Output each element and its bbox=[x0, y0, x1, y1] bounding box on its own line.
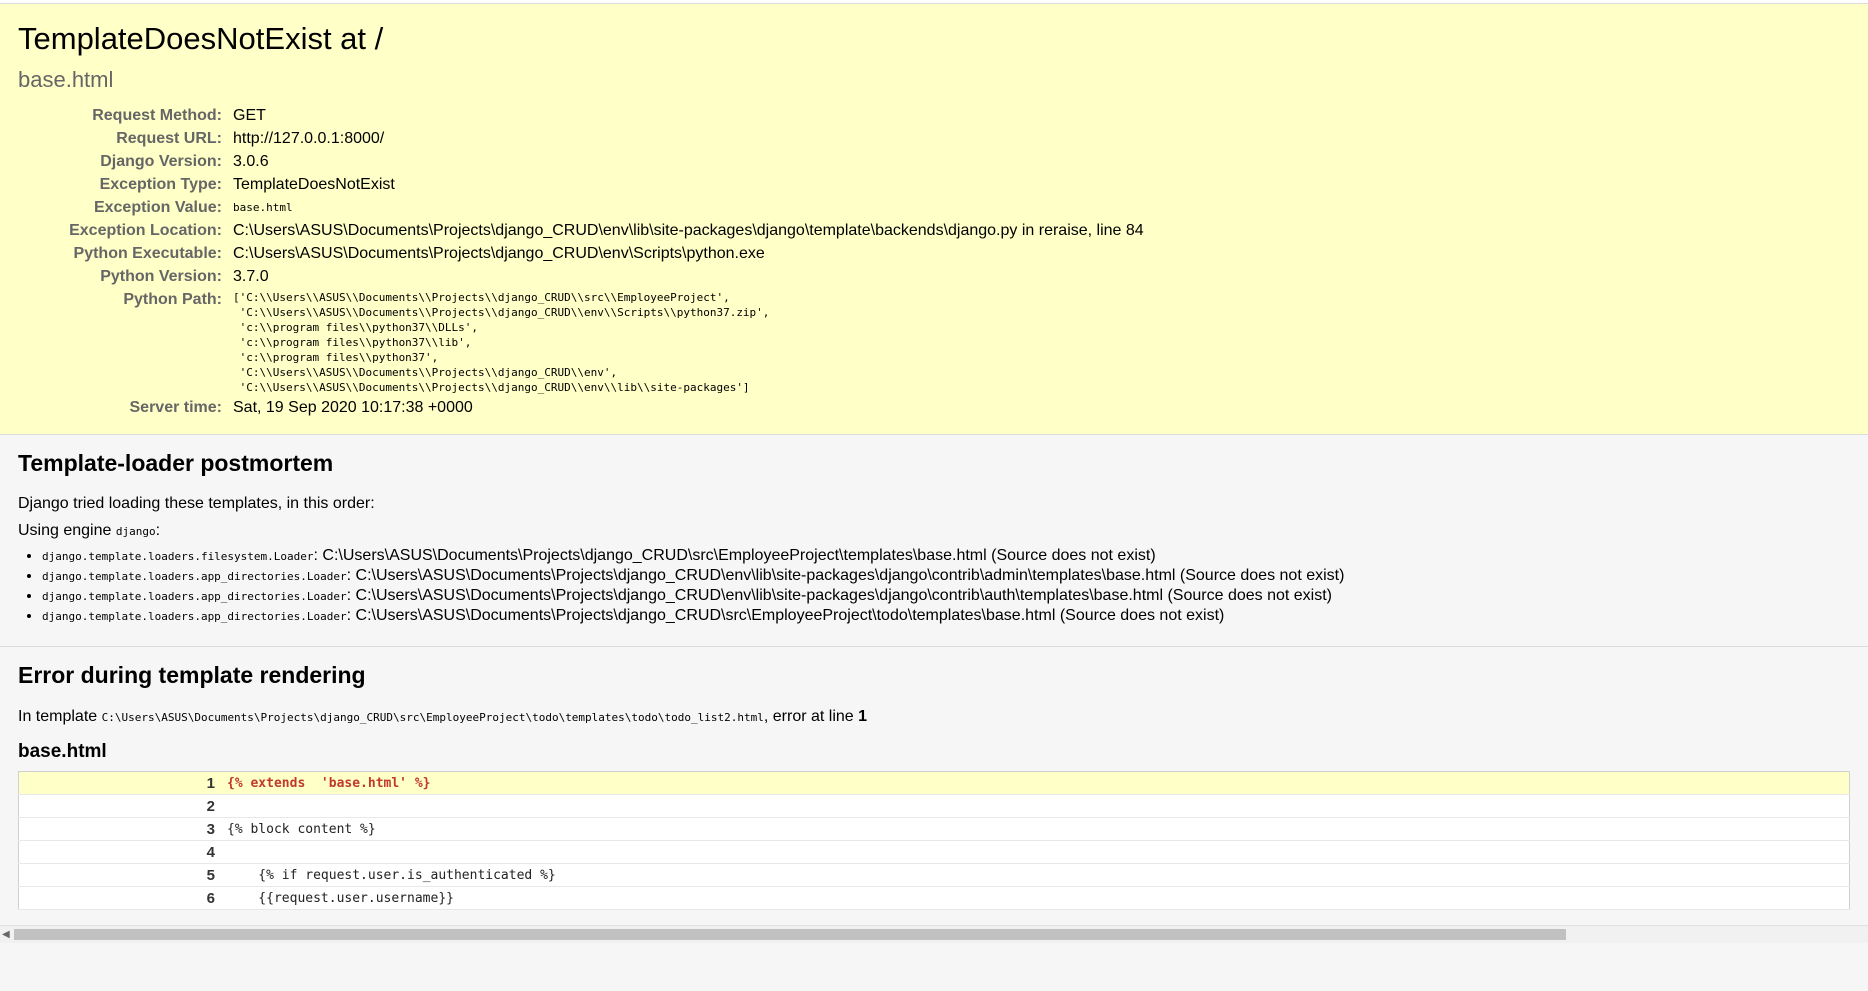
line-number: 5 bbox=[18, 863, 227, 887]
meta-value: C:\Users\ASUS\Documents\Projects\django_… bbox=[233, 245, 765, 262]
meta-value: Sat, 19 Sep 2020 10:17:38 +0000 bbox=[233, 399, 473, 416]
line-code bbox=[227, 840, 1850, 864]
page-title: TemplateDoesNotExist at / bbox=[18, 21, 384, 56]
loader-name: django.template.loaders.app_directories.… bbox=[42, 590, 347, 603]
loader-path: : C:\Users\ASUS\Documents\Projects\djang… bbox=[346, 607, 1225, 624]
line-number: 3 bbox=[18, 817, 227, 841]
line-code: {% extends 'base.html' %} bbox=[227, 771, 1850, 795]
postmortem-heading: Template-loader postmortem bbox=[18, 450, 334, 476]
meta-row: Exception Type: TemplateDoesNotExist bbox=[30, 174, 1144, 197]
line-number: 2 bbox=[18, 794, 227, 818]
meta-value: base.html bbox=[233, 201, 293, 214]
scroll-left-arrow-icon[interactable]: ◀ bbox=[2, 929, 10, 940]
error-at-prefix: , error at line bbox=[763, 708, 859, 725]
meta-value: 3.7.0 bbox=[233, 268, 269, 285]
source-line: 2 bbox=[18, 794, 1850, 818]
engine-name: django bbox=[115, 525, 156, 538]
loader-path: : C:\Users\ASUS\Documents\Projects\djang… bbox=[313, 547, 1156, 564]
source-table: 1 {% extends 'base.html' %} 2 3 {% block con… bbox=[18, 771, 1850, 910]
horizontal-scrollbar[interactable]: ◀ bbox=[0, 925, 1868, 943]
line-code: {% block content %} bbox=[227, 817, 1850, 841]
loader-name: django.template.loaders.app_directories.… bbox=[42, 610, 347, 623]
loader-item: django.template.loaders.app_directories.… bbox=[42, 566, 1850, 586]
template-path: C:\Users\ASUS\Documents\Projects\django_… bbox=[101, 711, 764, 724]
source-line: 3 {% block content %} bbox=[18, 817, 1850, 841]
source-line: 1 {% extends 'base.html' %} bbox=[18, 771, 1850, 795]
meta-row: Python Executable: C:\Users\ASUS\Document… bbox=[30, 243, 1144, 266]
loader-name: django.template.loaders.app_directories.… bbox=[42, 570, 347, 583]
loader-item: django.template.loaders.filesystem.Loade… bbox=[42, 546, 1850, 566]
postmortem-section: Template-loader postmortem Django tried … bbox=[0, 435, 1868, 647]
meta-row: Exception Location: C:\Users\ASUS\Documen… bbox=[30, 220, 1144, 243]
loader-item: django.template.loaders.app_directories.… bbox=[42, 586, 1850, 606]
loader-path: : C:\Users\ASUS\Documents\Projects\djang… bbox=[346, 567, 1345, 584]
in-template-prefix: In template bbox=[18, 708, 102, 725]
meta-value: TemplateDoesNotExist bbox=[233, 176, 395, 193]
python-path-value: ['C:\\Users\\ASUS\\Documents\\Projects\\… bbox=[233, 291, 770, 394]
line-code bbox=[227, 794, 1850, 818]
meta-row: Python Path: ['C:\\Users\\ASUS\\Documents… bbox=[30, 289, 1144, 397]
source-title: base.html bbox=[18, 741, 107, 762]
line-code: {{request.user.username}} bbox=[227, 886, 1850, 910]
meta-value: http://127.0.0.1:8000/ bbox=[233, 130, 385, 147]
meta-row: Request Method: GET bbox=[30, 105, 1144, 128]
exception-subtitle: base.html bbox=[18, 67, 114, 92]
meta-label: Exception Type: bbox=[99, 176, 222, 193]
meta-row: Python Version: 3.7.0 bbox=[30, 266, 1144, 289]
postmortem-intro: Django tried loading these templates, in… bbox=[18, 495, 375, 512]
meta-label: Exception Value: bbox=[93, 199, 222, 216]
meta-row: Django Version: 3.0.6 bbox=[30, 151, 1144, 174]
loader-list: django.template.loaders.filesystem.Loade… bbox=[18, 546, 1850, 626]
loader-path: : C:\Users\ASUS\Documents\Projects\djang… bbox=[346, 587, 1332, 604]
meta-row: Server time: Sat, 19 Sep 2020 10:17:38 +0… bbox=[30, 397, 1144, 420]
meta-label: Request URL: bbox=[116, 130, 222, 147]
meta-label: Python Path: bbox=[123, 291, 222, 308]
source-line: 6 {{request.user.username}} bbox=[18, 886, 1850, 910]
line-number: 4 bbox=[18, 840, 227, 864]
engine-line: Using engine django: bbox=[18, 521, 1850, 542]
meta-label: Request Method: bbox=[92, 107, 222, 124]
meta-value: GET bbox=[233, 107, 266, 124]
meta-label: Server time: bbox=[129, 399, 223, 416]
engine-prefix: Using engine bbox=[18, 522, 116, 539]
scrollbar-thumb[interactable] bbox=[14, 929, 1566, 940]
source-line: 5 {% if request.user.is_authenticated %} bbox=[18, 863, 1850, 887]
loader-item: django.template.loaders.app_directories.… bbox=[42, 606, 1850, 626]
line-number: 1 bbox=[18, 771, 227, 795]
meta-value: 3.0.6 bbox=[233, 153, 269, 170]
meta-label: Python Executable: bbox=[73, 245, 222, 262]
meta-label: Python Version: bbox=[100, 268, 222, 285]
meta-label: Exception Location: bbox=[69, 222, 222, 239]
rendering-heading: Error during template rendering bbox=[18, 662, 366, 688]
meta-label: Django Version: bbox=[100, 153, 222, 170]
loader-name: django.template.loaders.filesystem.Loade… bbox=[42, 550, 314, 563]
in-template-line: In template C:\Users\ASUS\Documents\Proj… bbox=[18, 707, 1850, 728]
line-number: 6 bbox=[18, 886, 227, 910]
error-line-number: 1 bbox=[858, 708, 868, 725]
source-line: 4 bbox=[18, 840, 1850, 864]
summary-section: TemplateDoesNotExist at / base.html Requ… bbox=[0, 4, 1868, 435]
line-code: {% if request.user.is_authenticated %} bbox=[227, 863, 1850, 887]
meta-row: Request URL: http://127.0.0.1:8000/ bbox=[30, 128, 1144, 151]
meta-row: Exception Value: base.html bbox=[30, 197, 1144, 220]
engine-suffix: : bbox=[155, 522, 161, 539]
meta-value: C:\Users\ASUS\Documents\Projects\django_… bbox=[233, 222, 1144, 239]
meta-value: ['C:\\Users\\ASUS\\Documents\\Projects\\… bbox=[233, 289, 1144, 397]
request-meta-table: Request Method: GET Request URL: http://127… bbox=[30, 105, 1144, 420]
